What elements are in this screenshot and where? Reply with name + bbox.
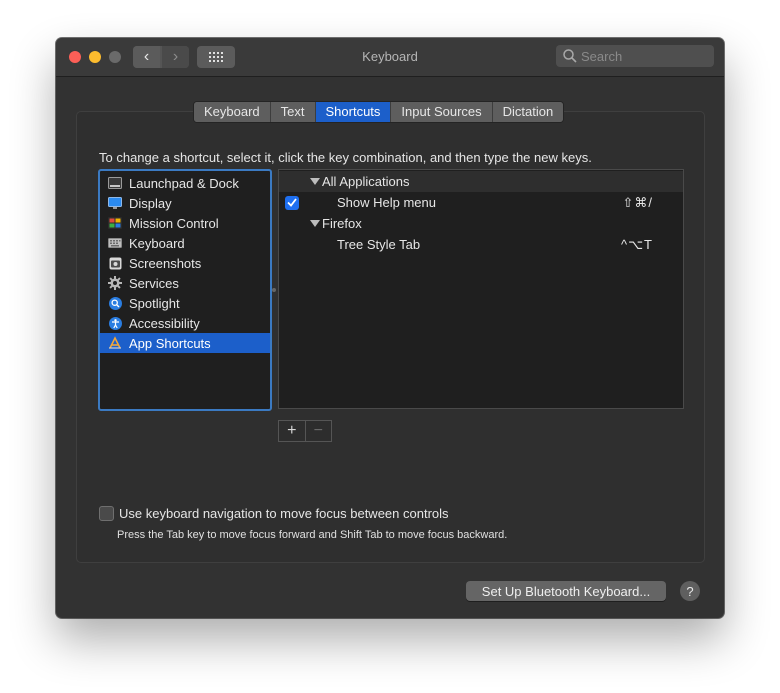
- shortcut-keys[interactable]: ^⌥T: [621, 237, 653, 253]
- category-mission-control[interactable]: Mission Control: [100, 213, 270, 233]
- tab-text[interactable]: Text: [270, 102, 316, 122]
- keyboard-navigation-checkbox[interactable]: [99, 506, 114, 521]
- disclosure-triangle-icon[interactable]: [310, 220, 320, 227]
- keyboard-icon: [108, 236, 122, 250]
- help-button[interactable]: ?: [680, 581, 700, 601]
- accessibility-icon: [108, 316, 122, 330]
- category-label: Display: [129, 195, 172, 211]
- keyboard-navigation-option[interactable]: Use keyboard navigation to move focus be…: [99, 506, 449, 521]
- tab-shortcuts[interactable]: Shortcuts: [315, 102, 392, 122]
- question-mark-icon: ?: [686, 583, 694, 599]
- tab-bar: Keyboard Text Shortcuts Input Sources Di…: [193, 101, 565, 123]
- category-spotlight[interactable]: Spotlight: [100, 293, 270, 313]
- shortcut-label: Tree Style Tab: [337, 237, 421, 252]
- category-display[interactable]: Display: [100, 193, 270, 213]
- category-label: Launchpad & Dock: [129, 175, 239, 191]
- launchpad-dock-icon: [108, 176, 122, 190]
- category-label: Screenshots: [129, 255, 202, 271]
- category-label: Mission Control: [129, 215, 219, 231]
- category-launchpad-dock[interactable]: Launchpad & Dock: [100, 173, 270, 193]
- group-all-applications[interactable]: All Applications: [279, 171, 683, 192]
- add-remove-control: + −: [278, 420, 332, 442]
- group-label: Firefox: [322, 216, 362, 231]
- disclosure-triangle-icon[interactable]: [310, 178, 320, 185]
- search-icon: [108, 296, 122, 310]
- split-view-divider[interactable]: [272, 288, 276, 292]
- instruction-text: To change a shortcut, select it, click t…: [99, 150, 592, 165]
- shortcut-categories-list[interactable]: Launchpad & Dock Display Mission Control…: [98, 169, 272, 411]
- plus-icon: +: [287, 422, 297, 439]
- category-label: Spotlight: [129, 295, 180, 311]
- group-label: All Applications: [322, 174, 410, 189]
- shortcut-enabled-checkbox[interactable]: [285, 195, 299, 210]
- set-up-bluetooth-keyboard-button[interactable]: Set Up Bluetooth Keyboard...: [466, 581, 666, 601]
- shortcut-keys[interactable]: ⇧⌘/: [622, 195, 653, 211]
- search-field[interactable]: [556, 45, 714, 67]
- category-services[interactable]: Services: [100, 273, 270, 293]
- shortcut-label: Show Help menu: [337, 195, 436, 210]
- keyboard-navigation-label[interactable]: Use keyboard navigation to move focus be…: [119, 506, 449, 521]
- tab-keyboard[interactable]: Keyboard: [194, 102, 271, 122]
- search-icon: [563, 49, 577, 63]
- tab-input-sources[interactable]: Input Sources: [391, 102, 493, 122]
- screenshots-icon: [108, 256, 122, 270]
- tab-dictation[interactable]: Dictation: [492, 102, 564, 122]
- minus-icon: −: [313, 422, 323, 439]
- group-firefox[interactable]: Firefox: [279, 213, 683, 234]
- search-input[interactable]: [578, 48, 709, 64]
- shortcut-row[interactable]: Tree Style Tab ^⌥T: [279, 234, 683, 255]
- category-label: Keyboard: [129, 235, 185, 251]
- category-label: App Shortcuts: [129, 335, 211, 351]
- category-label: Accessibility: [129, 315, 200, 331]
- title-bar: ‹ › Keyboard: [56, 38, 724, 77]
- category-app-shortcuts[interactable]: App Shortcuts: [100, 333, 270, 353]
- shortcut-row[interactable]: Show Help menu ⇧⌘/: [279, 192, 683, 213]
- category-keyboard[interactable]: Keyboard: [100, 233, 270, 253]
- display-icon: [108, 196, 122, 210]
- remove-shortcut-button[interactable]: −: [304, 421, 332, 441]
- category-accessibility[interactable]: Accessibility: [100, 313, 270, 333]
- keyboard-preferences-window: ‹ › Keyboard Keyboard Text Shortcuts: [56, 38, 724, 618]
- app-store-icon: [108, 336, 122, 350]
- category-screenshots[interactable]: Screenshots: [100, 253, 270, 273]
- category-label: Services: [129, 275, 179, 291]
- add-shortcut-button[interactable]: +: [279, 421, 305, 441]
- gear-icon: [108, 276, 122, 290]
- checkmark-icon: [287, 198, 297, 207]
- keyboard-navigation-hint: Press the Tab key to move focus forward …: [117, 529, 508, 541]
- mission-control-icon: [108, 216, 122, 230]
- shortcuts-outline-list[interactable]: All Applications Show Help menu ⇧⌘/ Fire…: [278, 169, 684, 409]
